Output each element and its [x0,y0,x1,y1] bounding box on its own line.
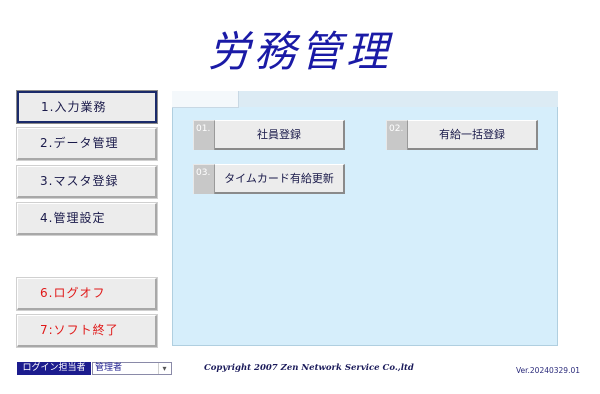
panel-tab[interactable] [172,91,239,108]
nav-master-registration-button[interactable]: 3.マスタ登録 [17,166,157,198]
chevron-down-icon[interactable]: ▾ [158,363,170,374]
logoff-button[interactable]: 6.ログオフ [17,278,157,310]
bulk-paid-leave-button[interactable]: 02. 有給一括登録 [386,120,538,150]
panel-header-strip [238,91,558,107]
function-label: 社員登録 [215,120,345,150]
function-label: 有給一括登録 [408,120,538,150]
function-number: 02. [386,120,408,150]
nav-data-management-button[interactable]: 2.データ管理 [17,128,157,160]
employee-registration-button[interactable]: 01. 社員登録 [193,120,345,150]
timecard-paid-leave-update-button[interactable]: 03. タイムカード有給更新 [193,164,345,194]
login-user-select[interactable]: 管理者 ▾ [92,362,172,375]
exit-software-button[interactable]: 7:ソフト終了 [17,315,157,347]
function-number: 01. [193,120,215,150]
login-user-value: 管理者 [95,363,123,373]
function-number: 03. [193,164,215,194]
copyright-text: Copyright 2007 Zen Network Service Co.,l… [204,363,414,373]
nav-admin-settings-button[interactable]: 4.管理設定 [17,203,157,235]
nav-input-work-button[interactable]: 1.入力業務 [17,91,157,123]
login-user-label: ログイン担当者 [17,362,91,375]
app-title: 労務管理 [207,27,392,76]
function-label: タイムカード有給更新 [215,164,345,194]
version-text: Ver.20240329.01 [515,366,580,375]
